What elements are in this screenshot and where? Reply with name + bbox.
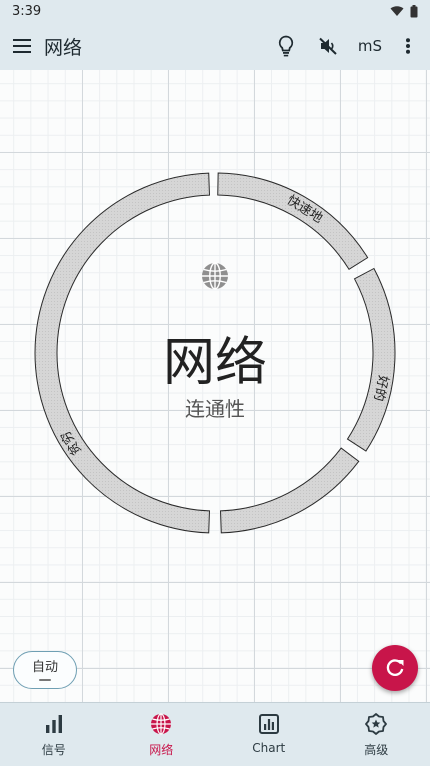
chart-icon bbox=[258, 714, 279, 734]
nav-item-chart[interactable]: Chart bbox=[215, 703, 323, 766]
nav-label-advanced: 高级 bbox=[364, 743, 389, 757]
volume-off-icon bbox=[319, 37, 337, 55]
wifi-icon bbox=[390, 6, 404, 16]
nav-item-network[interactable]: 网络 bbox=[108, 703, 216, 766]
app-bar: 网络 mS bbox=[0, 22, 430, 70]
nav-label-chart: Chart bbox=[252, 741, 286, 755]
nav-item-signal[interactable]: 信号 bbox=[0, 703, 108, 766]
nav-label-signal: 信号 bbox=[41, 743, 66, 757]
status-time: 3:39 bbox=[12, 3, 42, 19]
more-options-button[interactable] bbox=[394, 26, 422, 66]
globe-icon bbox=[151, 713, 172, 735]
nav-item-advanced[interactable]: 高级 bbox=[323, 703, 430, 766]
connectivity-panel: 快速地 好的 贫穷 网络 连通性 bbox=[0, 70, 430, 702]
gauge-subtitle: 连通性 bbox=[185, 397, 245, 421]
more-vert-icon bbox=[406, 38, 410, 54]
connectivity-gauge: 快速地好的贫穷 网络 连通性 bbox=[34, 172, 396, 534]
menu-button[interactable] bbox=[8, 32, 36, 60]
gauge-segment bbox=[219, 447, 360, 534]
lightbulb-icon bbox=[278, 35, 294, 57]
nav-label-network: 网络 bbox=[149, 743, 174, 757]
globe-icon bbox=[202, 262, 228, 290]
ms-unit-label: mS bbox=[357, 37, 383, 55]
settings-star-icon bbox=[365, 713, 388, 735]
gauge-segment bbox=[217, 172, 369, 270]
refresh-icon bbox=[386, 659, 404, 676]
chip-indicator bbox=[39, 678, 51, 681]
screen: 3:39 网络 mS 快速地 好的 贫穷 网络 连通性 自动 信号 网络 Cha… bbox=[0, 0, 430, 766]
battery-icon bbox=[410, 4, 418, 17]
menu-icon bbox=[13, 39, 31, 53]
gauge-segment bbox=[346, 267, 396, 452]
auto-mode-chip[interactable]: 自动 bbox=[13, 651, 77, 689]
hint-button[interactable] bbox=[268, 26, 304, 66]
gauge-title: 网络 bbox=[163, 333, 267, 393]
bottom-navigation: 信号 网络 Chart 高级 bbox=[0, 702, 430, 766]
refresh-button[interactable] bbox=[372, 645, 418, 691]
page-title: 网络 bbox=[44, 36, 83, 59]
mute-button[interactable] bbox=[310, 26, 346, 66]
bar-chart-icon bbox=[45, 715, 62, 733]
ms-unit-button[interactable]: mS bbox=[352, 26, 388, 66]
status-icons bbox=[390, 4, 418, 18]
status-bar: 3:39 bbox=[0, 0, 430, 22]
auto-mode-label: 自动 bbox=[31, 659, 58, 675]
